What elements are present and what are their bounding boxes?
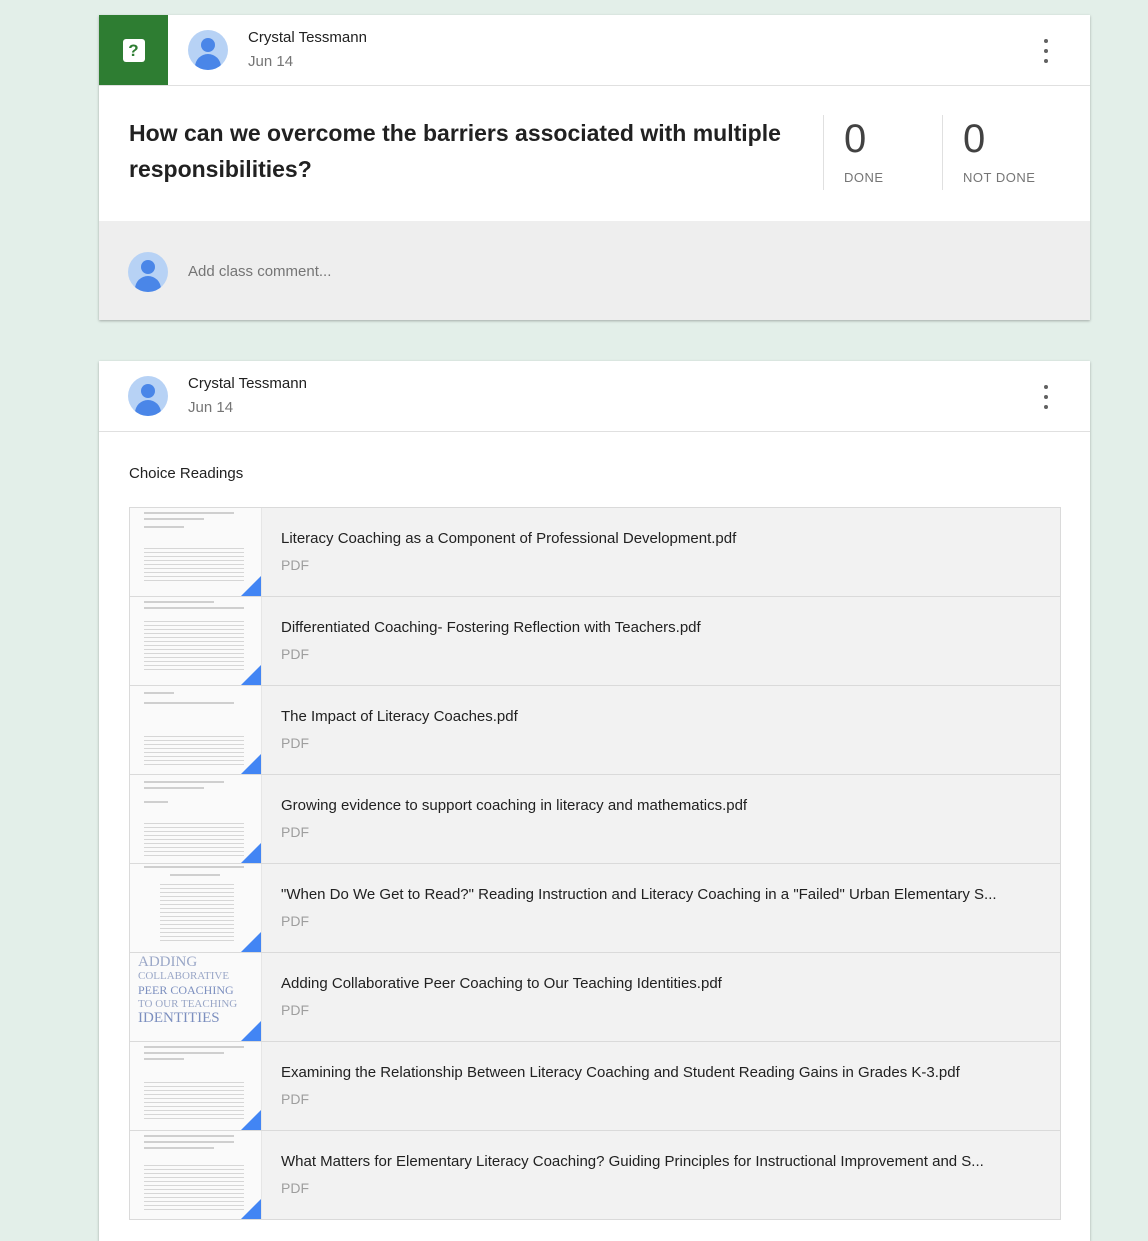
done-count: 0 xyxy=(844,117,867,161)
attachment-type: PDF xyxy=(281,1002,309,1018)
attachment-type: PDF xyxy=(281,824,309,840)
question-type-badge: ? xyxy=(99,15,168,85)
drive-file-icon xyxy=(241,1021,261,1041)
drive-file-icon xyxy=(241,576,261,596)
avatar[interactable] xyxy=(128,376,168,416)
attachment-item[interactable]: Growing evidence to support coaching in … xyxy=(130,775,1060,864)
pdf-thumbnail: ADDING COLLABORATIVE PEER COACHING TO OU… xyxy=(130,953,262,1041)
attachment-title[interactable]: Adding Collaborative Peer Coaching to Ou… xyxy=(281,975,1041,992)
avatar xyxy=(128,252,168,292)
attachment-item[interactable]: What Matters for Elementary Literacy Coa… xyxy=(130,1131,1060,1219)
post-date: Jun 14 xyxy=(188,399,234,416)
avatar[interactable] xyxy=(188,30,228,70)
attachment-title[interactable]: The Impact of Literacy Coaches.pdf xyxy=(281,708,1041,725)
class-comment-area xyxy=(99,221,1090,320)
attachment-title[interactable]: Literacy Coaching as a Component of Prof… xyxy=(281,530,1041,547)
attachment-type: PDF xyxy=(281,913,309,929)
attachment-item[interactable]: "When Do We Get to Read?" Reading Instru… xyxy=(130,864,1060,953)
not-done-stat[interactable]: 0 NOT DONE xyxy=(942,115,1083,190)
attachment-type: PDF xyxy=(281,1091,309,1107)
more-vert-icon[interactable] xyxy=(1036,385,1056,409)
pdf-thumbnail xyxy=(130,775,262,863)
material-card: Crystal Tessmann Jun 14 Choice Readings … xyxy=(99,361,1090,1241)
pdf-thumbnail xyxy=(130,864,262,952)
attachment-title[interactable]: What Matters for Elementary Literacy Coa… xyxy=(281,1153,1041,1170)
drive-file-icon xyxy=(241,1110,261,1130)
not-done-label: NOT DONE xyxy=(963,170,1036,185)
attachment-item[interactable]: ADDING COLLABORATIVE PEER COACHING TO OU… xyxy=(130,953,1060,1042)
attachment-title[interactable]: "When Do We Get to Read?" Reading Instru… xyxy=(281,886,1041,903)
attachment-type: PDF xyxy=(281,646,309,662)
attachment-item[interactable]: Examining the Relationship Between Liter… xyxy=(130,1042,1060,1131)
attachment-type: PDF xyxy=(281,735,309,751)
not-done-count: 0 xyxy=(963,117,986,161)
attachment-item[interactable]: The Impact of Literacy Coaches.pdf PDF xyxy=(130,686,1060,775)
question-title[interactable]: How can we overcome the barriers associa… xyxy=(129,115,809,187)
drive-file-icon xyxy=(241,1199,261,1219)
class-comment-input[interactable] xyxy=(188,263,788,280)
header-divider xyxy=(99,431,1090,432)
attachment-type: PDF xyxy=(281,1180,309,1196)
author-name[interactable]: Crystal Tessmann xyxy=(248,29,367,46)
attachment-title[interactable]: Growing evidence to support coaching in … xyxy=(281,797,1041,814)
header-divider xyxy=(99,85,1090,86)
pdf-thumbnail xyxy=(130,597,262,685)
drive-file-icon xyxy=(241,932,261,952)
drive-file-icon xyxy=(241,843,261,863)
drive-file-icon xyxy=(241,754,261,774)
attachment-title[interactable]: Differentiated Coaching- Fostering Refle… xyxy=(281,619,1041,636)
pdf-cover-text: ADDING COLLABORATIVE PEER COACHING TO OU… xyxy=(138,954,238,1026)
attachment-item[interactable]: Literacy Coaching as a Component of Prof… xyxy=(130,508,1060,597)
pdf-thumbnail xyxy=(130,508,262,596)
question-icon: ? xyxy=(122,38,145,62)
pdf-thumbnail xyxy=(130,1131,262,1219)
pdf-thumbnail xyxy=(130,1042,262,1130)
done-label: DONE xyxy=(844,170,884,185)
post-date: Jun 14 xyxy=(248,53,294,70)
material-title: Choice Readings xyxy=(129,465,244,482)
more-vert-icon[interactable] xyxy=(1036,39,1056,63)
author-name[interactable]: Crystal Tessmann xyxy=(188,375,307,392)
attachment-type: PDF xyxy=(281,557,309,573)
attachment-item[interactable]: Differentiated Coaching- Fostering Refle… xyxy=(130,597,1060,686)
attachment-title[interactable]: Examining the Relationship Between Liter… xyxy=(281,1064,1041,1081)
question-card: ? Crystal Tessmann Jun 14 How can we ove… xyxy=(99,15,1090,320)
drive-file-icon xyxy=(241,665,261,685)
pdf-thumbnail xyxy=(130,686,262,774)
attachment-list: Literacy Coaching as a Component of Prof… xyxy=(129,507,1061,1220)
done-stat[interactable]: 0 DONE xyxy=(823,115,942,190)
